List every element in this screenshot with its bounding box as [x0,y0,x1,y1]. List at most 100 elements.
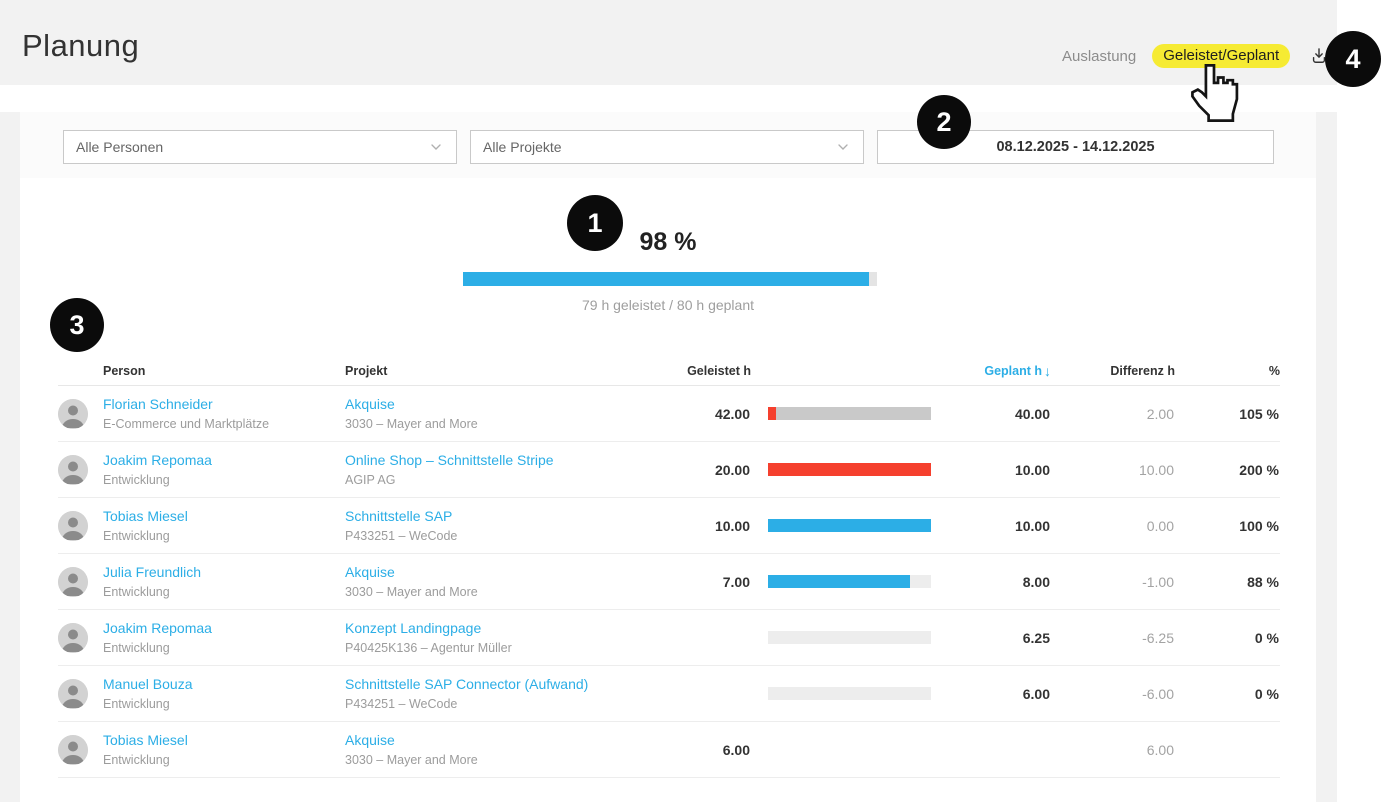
table-row[interactable]: Joakim Repomaa Entwicklung Konzept Landi… [58,610,1280,666]
person-silhouette-icon [58,399,88,429]
project-link[interactable]: Schnittstelle SAP Connector (Aufwand) [345,676,685,692]
chevron-down-icon [428,139,444,155]
performed-vs-planned-bar [768,743,931,756]
performed-vs-planned-bar [768,687,931,700]
avatar [58,511,88,541]
avatar [58,735,88,765]
project-cell: Akquise 3030 – Mayer and More [345,732,685,766]
table-row[interactable]: Tobias Miesel Entwicklung Akquise 3030 –… [58,722,1280,778]
performed-value: 42.00 [685,406,751,422]
person-link[interactable]: Joakim Repomaa [103,452,345,468]
percent-value: 0 % [1175,630,1280,646]
person-cell: Florian Schneider E-Commerce und Marktpl… [103,396,345,430]
avatar-cell [58,679,103,709]
person-cell: Tobias Miesel Entwicklung [103,732,345,766]
avatar [58,679,88,709]
difference-value: -1.00 [1051,574,1175,590]
avatar [58,455,88,485]
header-person[interactable]: Person [103,364,345,378]
header-planned[interactable]: Geplant h ↓ [931,363,1051,379]
subheader-strip-right [1316,85,1337,112]
planned-value: 6.00 [931,686,1051,702]
difference-value: 2.00 [1051,406,1175,422]
utilization-percent: 98 % [20,228,1316,257]
performed-vs-planned-bar [768,575,931,588]
subheader-strip-left [0,85,20,112]
table-body: Florian Schneider E-Commerce und Marktpl… [58,386,1280,778]
person-link[interactable]: Joakim Repomaa [103,620,345,636]
person-silhouette-icon [58,455,88,485]
bar-cell [751,687,931,700]
header-project[interactable]: Projekt [345,364,685,378]
avatar [58,623,88,653]
person-silhouette-icon [58,623,88,653]
person-role: Entwicklung [103,529,345,543]
difference-value: 10.00 [1051,462,1175,478]
planning-table: Person Projekt Geleistet h Geplant h ↓ D… [58,357,1280,778]
planned-value: 40.00 [931,406,1051,422]
bar-segment [768,407,776,420]
bar-cell [751,519,931,532]
header-performed[interactable]: Geleistet h [685,364,751,378]
sort-down-icon: ↓ [1044,363,1051,379]
bar-segment [768,631,931,644]
percent-value: 88 % [1175,574,1280,590]
project-link[interactable]: Konzept Landingpage [345,620,685,636]
performed-value: 7.00 [685,574,751,590]
project-cell: Schnittstelle SAP Connector (Aufwand) P4… [345,676,685,710]
table-row[interactable]: Joakim Repomaa Entwicklung Online Shop –… [58,442,1280,498]
avatar-cell [58,455,103,485]
difference-value: 6.00 [1051,742,1175,758]
bar-segment [768,519,931,532]
bar-segment [768,463,931,476]
person-link[interactable]: Tobias Miesel [103,732,345,748]
project-sub: P40425K136 – Agentur Müller [345,641,685,655]
project-link[interactable]: Akquise [345,396,685,412]
person-link[interactable]: Tobias Miesel [103,508,345,524]
difference-value: 0.00 [1051,518,1175,534]
table-row[interactable]: Florian Schneider E-Commerce und Marktpl… [58,386,1280,442]
person-silhouette-icon [58,679,88,709]
person-link[interactable]: Manuel Bouza [103,676,345,692]
person-silhouette-icon [58,567,88,597]
performed-value: 20.00 [685,462,751,478]
person-link[interactable]: Julia Freundlich [103,564,345,580]
performed-vs-planned-bar [768,407,931,420]
project-link[interactable]: Schnittstelle SAP [345,508,685,524]
nav-item-geleistet-geplant[interactable]: Geleistet/Geplant [1152,44,1290,68]
person-link[interactable]: Florian Schneider [103,396,345,412]
person-silhouette-icon [58,735,88,765]
projects-dropdown[interactable]: Alle Projekte [470,130,864,164]
avatar-cell [58,735,103,765]
table-row[interactable]: Julia Freundlich Entwicklung Akquise 303… [58,554,1280,610]
bar-segment [768,575,910,588]
header-difference[interactable]: Differenz h [1051,364,1175,378]
content-card: Alle Personen Alle Projekte 08.12.2025 -… [20,85,1316,802]
table-row[interactable]: Manuel Bouza Entwicklung Schnittstelle S… [58,666,1280,722]
nav-item-auslastung[interactable]: Auslastung [1062,48,1136,65]
performed-value: 10.00 [685,518,751,534]
bar-cell [751,407,931,420]
person-cell: Manuel Bouza Entwicklung [103,676,345,710]
planned-value: 10.00 [931,462,1051,478]
difference-value: -6.00 [1051,686,1175,702]
project-link[interactable]: Akquise [345,732,685,748]
person-role: Entwicklung [103,473,345,487]
persons-dropdown[interactable]: Alle Personen [63,130,457,164]
table-row[interactable]: Tobias Miesel Entwicklung Schnittstelle … [58,498,1280,554]
persons-dropdown-value: Alle Personen [76,139,163,155]
chevron-down-icon [835,139,851,155]
project-sub: 3030 – Mayer and More [345,417,685,431]
performed-value: 6.00 [685,742,751,758]
project-cell: Akquise 3030 – Mayer and More [345,396,685,430]
annotation-circle-2: 2 [917,95,971,149]
avatar [58,399,88,429]
percent-value: 100 % [1175,518,1280,534]
performed-vs-planned-bar [768,631,931,644]
header-percent[interactable]: % [1175,364,1280,378]
performed-vs-planned-bar [768,463,931,476]
planned-value: 10.00 [931,518,1051,534]
project-link[interactable]: Akquise [345,564,685,580]
project-link[interactable]: Online Shop – Schnittstelle Stripe [345,452,685,468]
annotation-circle-1: 1 [567,195,623,251]
